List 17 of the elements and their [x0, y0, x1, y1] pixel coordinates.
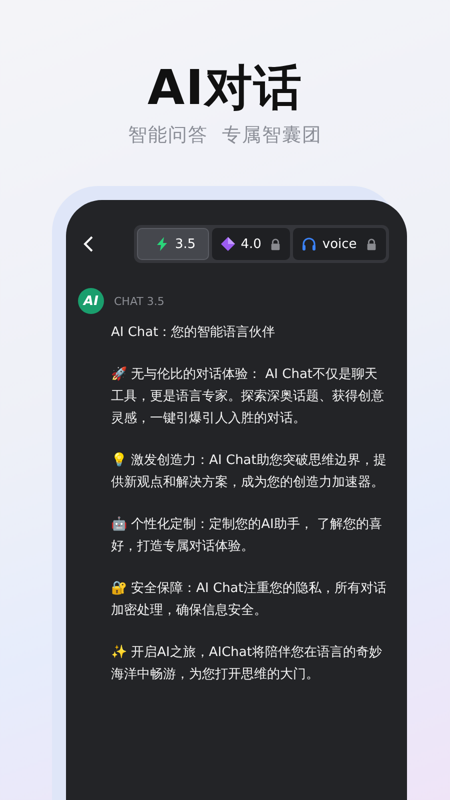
hero-title: AI对话 — [146, 59, 304, 118]
message-paragraph: AI Chat：您的智能语言伙伴 — [111, 324, 276, 342]
hero-subtitle: 智能问答 专属智囊团 — [128, 123, 322, 148]
message-paragraph: ✨ 开启AI之旅，AIChat将陪伴您在语言的奇妙海洋中畅游，为您打开思维的大门。 — [111, 644, 383, 684]
headphones-icon — [301, 236, 318, 252]
ai-avatar: AI — [78, 288, 104, 314]
message-paragraph: 🤖 个性化定制：定制您的AI助手， 了解您的喜好，打造专属对话体验。 — [111, 516, 383, 556]
message-paragraph: 🔐 安全保障：AI Chat注重您的隐私，所有对话加密处理，确保信息安全。 — [111, 580, 388, 620]
model-tab[interactable]: voice — [293, 228, 386, 260]
lightning-icon — [154, 236, 170, 252]
message-paragraph: 💡 激发创造力：AI Chat助您突破思维边界，提供新观点和解决方案，成为您的创造力加速器。 — [111, 452, 388, 492]
diamond-icon — [220, 236, 236, 252]
sender-label: CHAT 3.5 — [114, 294, 164, 308]
message-paragraph: 🚀 无与伦比的对话体验： AI Chat不仅是聊天工具，更是语言专家。探索深奥话题、获得创意灵感，一键引爆引人入胜的对话。 — [111, 366, 385, 428]
model-tab[interactable]: 4.0 — [212, 228, 290, 260]
model-tab[interactable]: 3.5 — [137, 228, 209, 260]
back-icon[interactable] — [82, 235, 94, 253]
